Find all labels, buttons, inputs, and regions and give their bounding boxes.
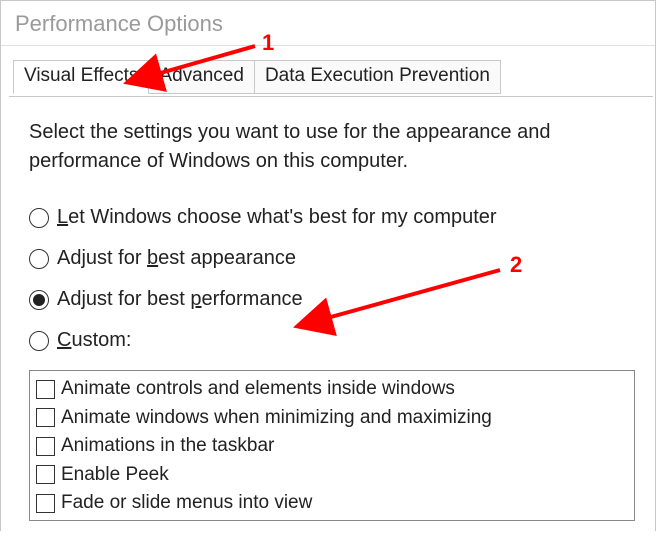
radio-label: Let Windows choose what's best for my co…: [57, 206, 497, 229]
radio-label: Custom:: [57, 329, 131, 352]
checkbox-icon: [36, 380, 55, 399]
window-title: Performance Options: [1, 1, 655, 46]
radio-icon: [29, 249, 49, 269]
check-animations-taskbar[interactable]: Animations in the taskbar: [36, 432, 628, 461]
performance-options-window: Performance Options Visual Effects Advan…: [0, 0, 656, 531]
radio-let-windows-choose[interactable]: Let Windows choose what's best for my co…: [29, 206, 635, 229]
radio-label: Adjust for best appearance: [57, 247, 296, 270]
radio-best-appearance[interactable]: Adjust for best appearance: [29, 247, 635, 270]
tab-strip: Visual Effects Advanced Data Execution P…: [13, 60, 655, 94]
tab-border: [9, 96, 653, 97]
radio-best-performance[interactable]: Adjust for best performance: [29, 288, 635, 311]
radio-custom[interactable]: Custom:: [29, 329, 635, 352]
check-enable-peek[interactable]: Enable Peek: [36, 461, 628, 490]
checkbox-icon: [36, 437, 55, 456]
radio-icon: [29, 208, 49, 228]
check-animate-controls[interactable]: Animate controls and elements inside win…: [36, 375, 628, 404]
check-label: Animations in the taskbar: [61, 432, 274, 461]
radio-icon: [29, 290, 49, 310]
tab-visual-effects[interactable]: Visual Effects: [13, 60, 149, 94]
checkbox-icon: [36, 408, 55, 427]
tab-data-execution-prevention[interactable]: Data Execution Prevention: [254, 60, 501, 94]
check-animate-minmax[interactable]: Animate windows when minimizing and maxi…: [36, 404, 628, 433]
check-label: Animate controls and elements inside win…: [61, 375, 455, 404]
tab-advanced[interactable]: Advanced: [148, 60, 255, 94]
check-label: Animate windows when minimizing and maxi…: [61, 404, 492, 433]
radio-label: Adjust for best performance: [57, 288, 303, 311]
visual-effects-panel: Select the settings you want to use for …: [1, 94, 655, 531]
panel-description: Select the settings you want to use for …: [29, 118, 609, 176]
check-label: Fade or slide menus into view: [61, 489, 312, 518]
checkbox-icon: [36, 494, 55, 513]
check-fade-slide-menus[interactable]: Fade or slide menus into view: [36, 489, 628, 518]
visual-effects-list[interactable]: Animate controls and elements inside win…: [29, 370, 635, 521]
checkbox-icon: [36, 465, 55, 484]
check-label: Enable Peek: [61, 461, 169, 490]
radio-icon: [29, 331, 49, 351]
